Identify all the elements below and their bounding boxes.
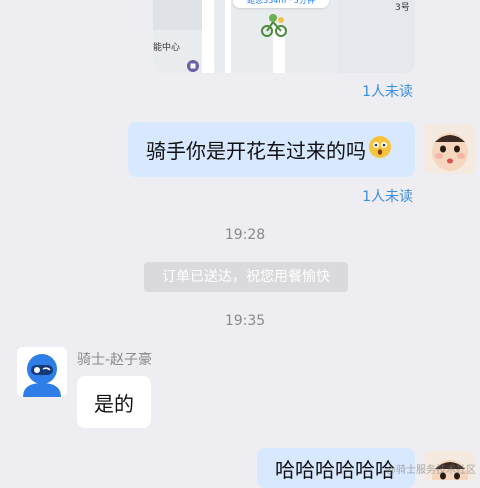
message-text: 骑手你是开花车过来的吗 [146, 139, 366, 163]
map-road [202, 0, 214, 73]
timestamp: 19:28 [224, 227, 266, 243]
rider-helmet-avatar-icon [17, 347, 67, 397]
map-label-right: 3号 [395, 3, 410, 13]
poi-icon [187, 60, 199, 72]
message-bubble-self[interactable]: 骑手你是开花车过来的吗 [128, 122, 415, 177]
location-map-card[interactable]: 距您334m · 3分钟 能中心 3号 [153, 0, 415, 73]
map-label-left: 能中心 [153, 43, 181, 53]
watermark: @骑士服务技术社区 [386, 465, 476, 476]
user-avatar[interactable] [425, 124, 475, 174]
read-status: 1人未读 [362, 189, 413, 205]
timestamp: 19:35 [224, 313, 266, 329]
read-status: 1人未读 [362, 84, 413, 100]
rider-name: 骑士-赵子豪 [77, 352, 153, 368]
message-bubble-rider[interactable]: 是的 [77, 376, 151, 428]
message-text: 哈哈哈哈哈哈 [275, 457, 395, 482]
rider-location-icon [261, 14, 287, 37]
map-road [225, 0, 231, 73]
baby-avatar-icon [425, 124, 475, 174]
rider-avatar[interactable] [17, 347, 67, 397]
message-text: 是的 [94, 391, 134, 416]
astonished-emoji [368, 135, 392, 164]
map-info-pill: 距您334m · 3分钟 [233, 0, 329, 8]
system-notification: 订单已送达，祝您用餐愉快 [144, 262, 348, 292]
